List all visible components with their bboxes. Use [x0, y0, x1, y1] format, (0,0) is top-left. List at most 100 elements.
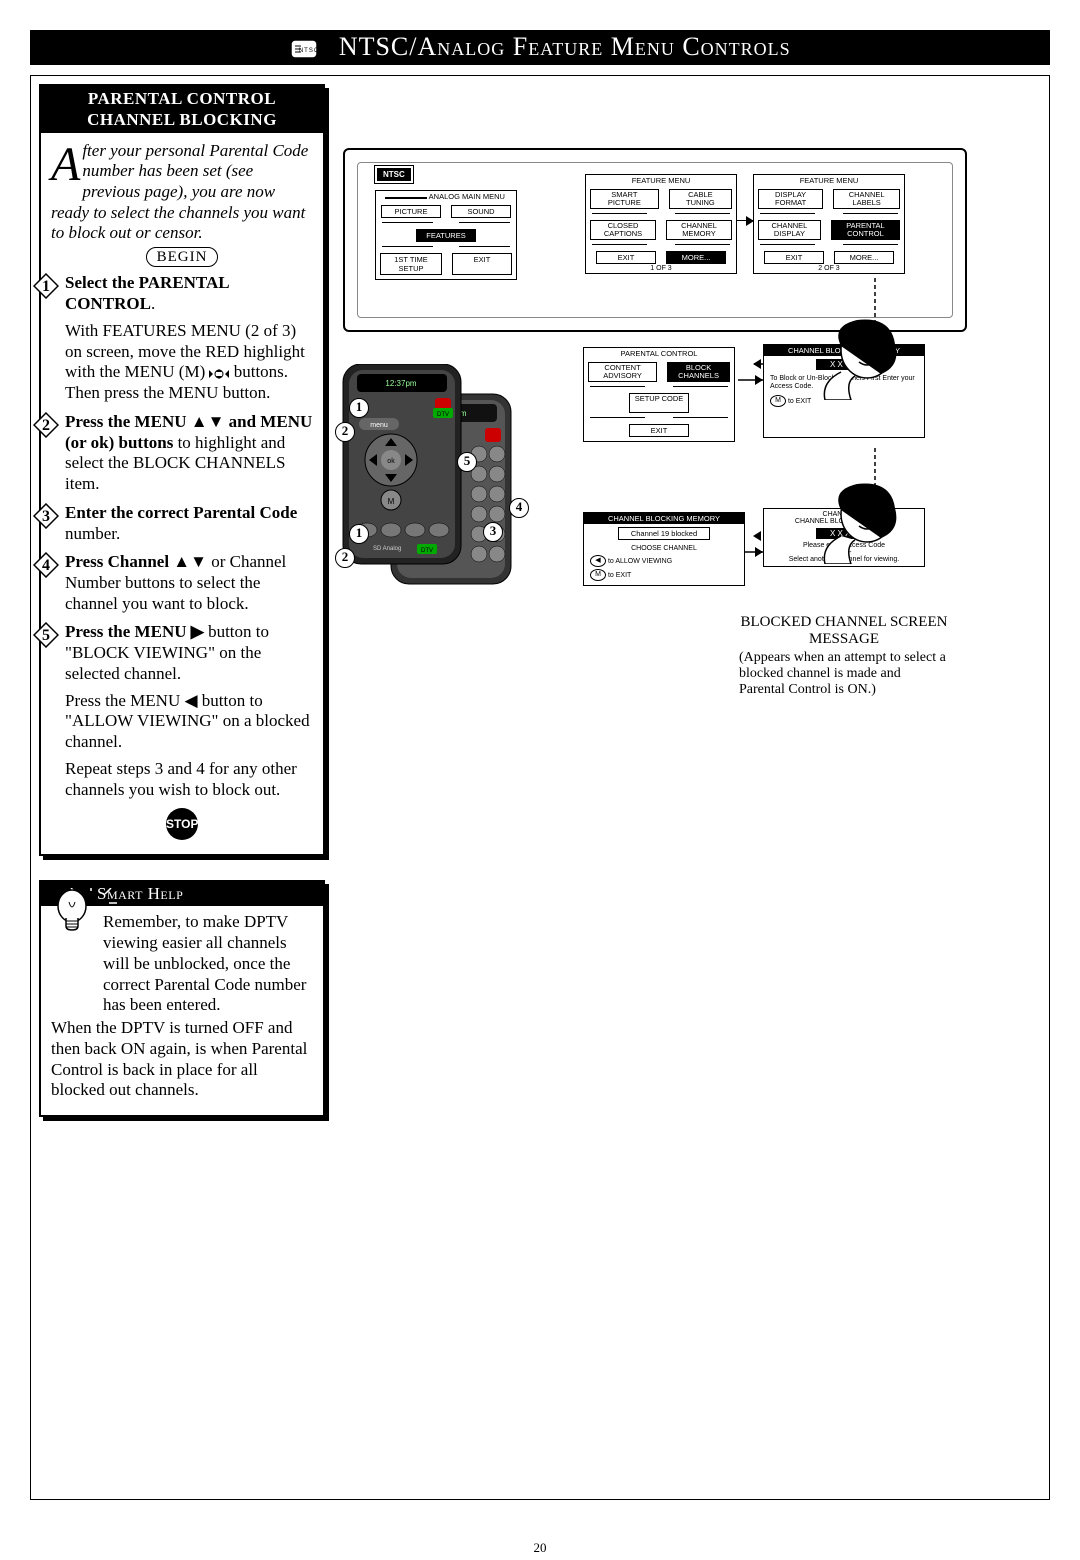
user-face-icon-2	[811, 480, 907, 564]
cbm2-choose: CHOOSE CHANNEL	[584, 543, 744, 554]
begin-marker: BEGIN	[51, 246, 313, 267]
lightbulb-icon	[49, 884, 95, 942]
step-5: 5 Press the MENU ▶ button to "BLOCK VIEW…	[51, 622, 313, 800]
callout-5: 5	[457, 452, 477, 472]
intro-text: fter your personal Parental Code number …	[51, 141, 308, 243]
menu-btn-exit-fm2[interactable]: EXIT	[764, 251, 824, 264]
step-1: 1 Select the PARENTAL CONTROL. With FEAT…	[51, 273, 313, 403]
svg-text:1: 1	[42, 278, 50, 295]
menu-nav-icon	[209, 366, 229, 382]
step-number-5: 5	[33, 622, 59, 648]
svg-text:DTV: DTV	[437, 412, 449, 418]
svg-text:5: 5	[42, 627, 50, 644]
ntsc-badge: NTSC	[375, 166, 413, 183]
left-key-icon: ◀	[590, 555, 606, 567]
menu-btn-content-advisory[interactable]: CONTENT ADVISORY	[588, 362, 657, 382]
callout-4: 4	[509, 498, 529, 518]
callout-2b: 2	[335, 548, 355, 568]
svg-text:menu: menu	[370, 422, 388, 429]
menu-btn-first-time-setup[interactable]: 1ST TIME SETUP	[380, 253, 442, 275]
step5-bold: Press the MENU ▶	[65, 622, 204, 641]
svg-text:4: 4	[42, 557, 50, 574]
user-face-icon-1	[811, 316, 907, 400]
m-key-icon: M	[770, 395, 786, 407]
cbm1-exit: to EXIT	[788, 398, 811, 405]
begin-pill: BEGIN	[146, 247, 219, 267]
menu-btn-exit-fm1[interactable]: EXIT	[596, 251, 656, 264]
menu-btn-exit[interactable]: EXIT	[452, 253, 512, 275]
step1-detail: With FEATURES MENU (2 of 3) on screen, m…	[65, 321, 313, 404]
cbm2-status: Channel 19 blocked	[618, 527, 710, 540]
smart-help-p2: When the DPTV is turned OFF and then bac…	[51, 1018, 313, 1101]
step3-rest: number.	[65, 524, 120, 543]
blocked-caption: BLOCKED CHANNEL SCREEN MESSAGE (Appears …	[739, 614, 949, 698]
page-number: 20	[0, 1540, 1080, 1556]
heading-line-1: PARENTAL CONTROL	[45, 88, 319, 109]
remote-controls: 12:37pm	[329, 364, 559, 599]
menu-btn-features[interactable]: FEATURES	[416, 229, 476, 242]
arrow-fm1-fm2	[737, 220, 753, 221]
step-2: 2 Press the MENU ▲▼ and MENU (or ok) but…	[51, 412, 313, 495]
dropcap: A	[51, 145, 80, 186]
callout-2a: 2	[335, 422, 355, 442]
analog-main-menu: ANALOG MAIN MENU PICTURESOUND FEATURES 1…	[375, 190, 517, 280]
heading-line-2: CHANNEL BLOCKING	[45, 109, 319, 130]
menu-btn-more-fm1[interactable]: MORE...	[666, 251, 726, 264]
page-frame: PARENTAL CONTROL CHANNEL BLOCKING A fter…	[30, 75, 1050, 1500]
svg-text:2: 2	[42, 417, 50, 434]
smart-help-card: Smart Help Remember, to make DPTV viewin…	[39, 880, 325, 1117]
parental-control-card: PARENTAL CONTROL CHANNEL BLOCKING A fter…	[39, 84, 325, 856]
step-3: 3 Enter the correct Parental Code number…	[51, 503, 313, 544]
menu-btn-parental-control[interactable]: PARENTAL CONTROL	[831, 220, 900, 240]
step3-bold: Enter the correct Parental Code	[65, 503, 297, 522]
menu-btn-display-format[interactable]: DISPLAY FORMAT	[758, 189, 823, 209]
svg-text:NTSC: NTSC	[299, 48, 319, 54]
menu-btn-more-fm2[interactable]: MORE...	[834, 251, 894, 264]
menu-btn-closed-captions[interactable]: CLOSED CAPTIONS	[590, 220, 656, 240]
diagram-area: NTSC ANALOG MAIN MENU PICTURESOUND FEATU…	[343, 84, 1041, 984]
cbm2-allow: to ALLOW VIEWING	[608, 558, 672, 565]
callout-1b: 1	[349, 524, 369, 544]
menu-btn-smart-picture[interactable]: SMART PICTURE	[590, 189, 659, 209]
menu-btn-cable-tuning[interactable]: CABLE TUNING	[669, 189, 732, 209]
svg-text:M: M	[388, 497, 395, 506]
step-number-1: 1	[33, 273, 59, 299]
menu-btn-channel-display[interactable]: CHANNEL DISPLAY	[758, 220, 821, 240]
menu-btn-exit-pc[interactable]: EXIT	[629, 424, 689, 437]
card-heading: PARENTAL CONTROL CHANNEL BLOCKING	[41, 86, 323, 133]
step1-bold: Select the PARENTAL CONTROL	[65, 273, 229, 313]
callout-1a: 1	[349, 398, 369, 418]
svg-text:DTV: DTV	[421, 548, 433, 554]
menu-btn-channel-labels[interactable]: CHANNEL LABELS	[833, 189, 900, 209]
parental-menu: PARENTAL CONTROL CONTENT ADVISORYBLOCK C…	[583, 347, 735, 442]
step4-bold: Press Channel ▲▼	[65, 552, 207, 571]
menu-btn-setup-code[interactable]: SETUP CODE	[629, 393, 689, 413]
stop-icon: STOP	[166, 808, 198, 840]
step-number-3: 3	[33, 503, 59, 529]
step-4: 4 Press Channel ▲▼ or Channel Number but…	[51, 552, 313, 614]
svg-text:12:37pm: 12:37pm	[385, 379, 416, 388]
caption-sub: (Appears when an attempt to select a blo…	[739, 650, 949, 698]
feature-menu-2: FEATURE MENU DISPLAY FORMATCHANNEL LABEL…	[753, 174, 905, 274]
channel-blocking-memory-2: CHANNEL BLOCKING MEMORY Channel 19 block…	[583, 512, 745, 586]
step5-line3: Repeat steps 3 and 4 for any other chann…	[65, 759, 313, 800]
step5-line2: Press the MENU ◀ button to "ALLOW VIEWIN…	[65, 691, 313, 753]
page-title-bar: NTSC NTSC/Analog Feature Menu Controls	[30, 30, 1050, 65]
menu-btn-sound[interactable]: SOUND	[451, 205, 511, 218]
step-number-4: 4	[33, 552, 59, 578]
callout-3: 3	[483, 522, 503, 542]
svg-text:3: 3	[42, 508, 50, 525]
tv-frame: NTSC ANALOG MAIN MENU PICTURESOUND FEATU…	[343, 148, 967, 332]
step-number-2: 2	[33, 412, 59, 438]
menu-btn-channel-memory[interactable]: CHANNEL MEMORY	[666, 220, 732, 240]
intro-paragraph: A fter your personal Parental Code numbe…	[51, 141, 313, 245]
caption-title: BLOCKED CHANNEL SCREEN MESSAGE	[739, 614, 949, 648]
cbm2-exit: to EXIT	[608, 572, 631, 579]
menu-btn-picture[interactable]: PICTURE	[381, 205, 441, 218]
step1-period: .	[151, 294, 155, 313]
menu-btn-block-channels[interactable]: BLOCK CHANNELS	[667, 362, 730, 382]
feature-menu-1: FEATURE MENU SMART PICTURECABLE TUNING C…	[585, 174, 737, 274]
svg-text:ok: ok	[387, 458, 395, 465]
page-title: NTSC/Analog Feature Menu Controls	[339, 32, 791, 61]
m-key-icon-2: M	[590, 569, 606, 581]
